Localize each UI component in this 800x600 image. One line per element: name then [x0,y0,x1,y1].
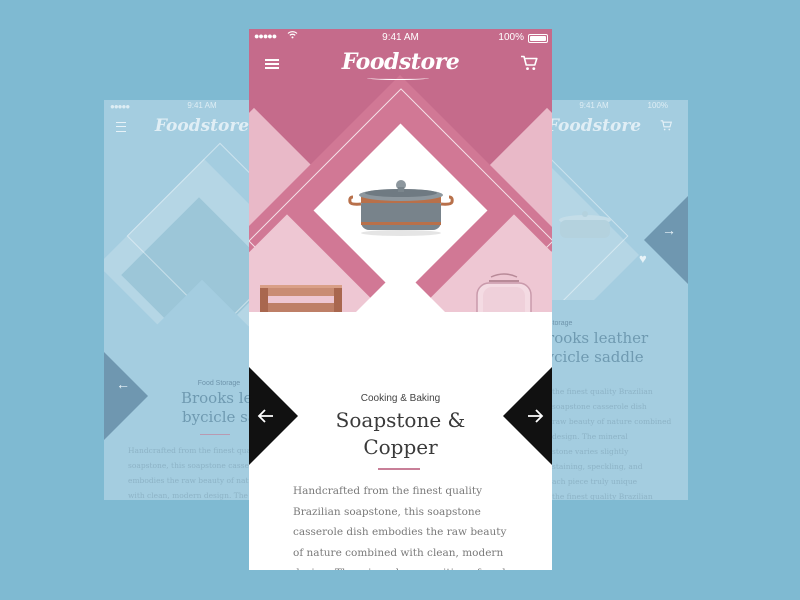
status-bar: ●●●●● 9:41 AM 100% [249,29,552,47]
right-preview-next-tab [644,196,688,284]
app-logo: Foodstore [341,49,460,75]
product-title-line1: Soapstone & [335,408,466,432]
battery-icon [528,34,548,43]
right-preview-battery-text: 100% [647,101,668,110]
title-divider [378,468,420,470]
battery-text: 100% [498,32,524,43]
left-preview-rule [200,434,230,435]
right-preview-desc-line: design. The mineral [552,432,628,441]
left-preview-prev-tab [104,352,148,440]
product-title: Soapstone & Copper [249,407,552,461]
casserole-image [348,180,454,236]
right-preview-desc-line: staining, speckling, and [552,462,643,471]
pot-icon [559,211,611,238]
cart-icon [521,55,538,70]
product-category: Cooking & Baking [360,393,441,404]
right-preview-desc-line: ach piece truly unique [552,477,638,486]
right-preview-desc-line: the finest quality Brazilian [552,492,653,500]
heart-icon: ♥ [639,251,647,266]
right-preview-desc-line: raw beauty of nature combined [552,417,672,426]
right-preview-title: Brooks leather bycicle saddle [536,329,686,367]
cart-button[interactable] [520,55,538,71]
arrow-left-icon: ← [116,376,130,392]
right-preview-desc-line: the finest quality Brazilian [552,387,653,396]
product-screen: ●●●●● 9:41 AM 100% Foodstore Cooking & B… [249,29,552,570]
right-preview-description: the finest quality Brazilian soapstone c… [552,384,688,500]
right-preview-desc-line: stone varies slightly [552,447,629,456]
right-preview-title-line1: Brooks leather [536,329,649,347]
right-preview-title-line2: bycicle saddle [536,348,644,366]
logo-swoosh [367,76,429,80]
right-preview-desc-line: soapstone casserole dish [552,402,647,411]
arrow-right-icon: → [662,222,676,238]
product-description: Handcrafted from the finest quality Braz… [293,485,509,570]
cart-icon [660,120,673,134]
product-title-line2: Copper [363,435,438,459]
